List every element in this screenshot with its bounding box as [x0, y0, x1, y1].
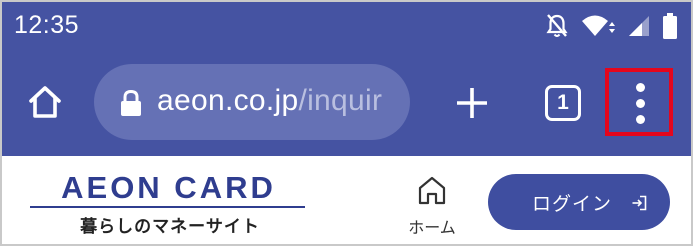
url-path: /inquir: [298, 84, 383, 117]
plus-icon: [452, 88, 492, 127]
notifications-off-icon: [545, 13, 569, 39]
address-bar[interactable]: aeon.co.jp/inquir: [94, 64, 410, 140]
tab-switcher-button[interactable]: 1: [545, 85, 581, 121]
menu-dot: [636, 99, 645, 108]
signal-icon: [627, 14, 651, 38]
home-outline-icon: [416, 174, 448, 206]
new-tab-button[interactable]: [452, 83, 492, 123]
status-icons: [545, 12, 677, 40]
logo-divider: [30, 206, 305, 208]
more-menu-button[interactable]: [605, 68, 673, 136]
home-nav-link[interactable]: ホーム: [400, 174, 464, 237]
battery-icon: [663, 13, 677, 39]
tab-count: 1: [557, 91, 569, 114]
home-icon: [25, 86, 65, 126]
home-button[interactable]: [25, 82, 65, 122]
page-header: AEON CARD 暮らしのマネーサイト ホーム ログイン: [2, 156, 691, 244]
login-button[interactable]: ログイン: [488, 174, 670, 230]
lock-icon: [120, 89, 142, 116]
status-time: 12:35: [14, 11, 80, 39]
screen-frame: 12:35 aeon.co.jp/inquir 1 AEON CARD 暮らしの…: [0, 0, 693, 246]
url-host: aeon.co.jp: [157, 84, 299, 117]
login-label: ログイン: [532, 193, 613, 215]
home-nav-label: ホーム: [408, 218, 456, 237]
menu-dot: [636, 83, 645, 92]
aeon-card-logo[interactable]: AEON CARD 暮らしのマネーサイト: [30, 170, 305, 237]
logo-subtitle: 暮らしのマネーサイト: [80, 217, 260, 237]
wifi-icon: [581, 13, 615, 39]
login-icon: [631, 195, 647, 211]
status-bar: 12:35: [2, 2, 691, 50]
url-text: aeon.co.jp/inquir: [157, 84, 382, 118]
logo-title: AEON CARD: [61, 170, 276, 205]
menu-dot: [636, 115, 645, 124]
browser-toolbar: aeon.co.jp/inquir 1: [2, 50, 691, 156]
